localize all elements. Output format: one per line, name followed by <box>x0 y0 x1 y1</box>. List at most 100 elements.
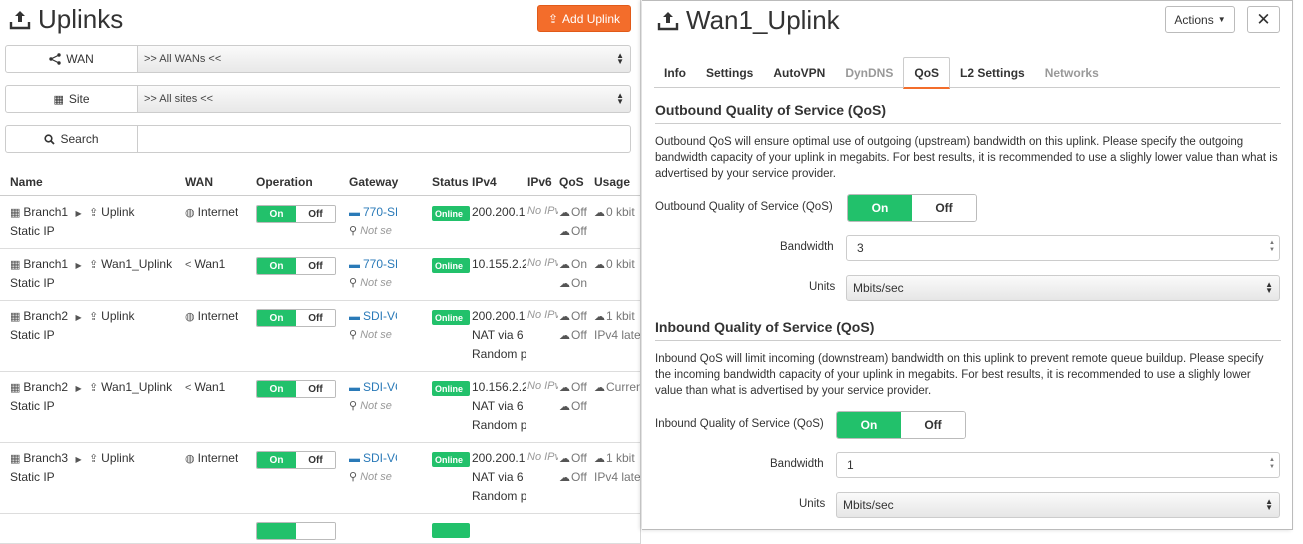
outbound-off-button[interactable]: Off <box>912 195 976 221</box>
site-link[interactable]: Branch2 <box>23 309 68 323</box>
wan-value: Internet <box>197 205 239 219</box>
tab-dyndns[interactable]: DynDNS <box>835 57 903 88</box>
inbound-qos-toggle[interactable]: On Off <box>836 411 966 439</box>
actions-dropdown[interactable]: Actions ▼ <box>1165 6 1235 33</box>
site-filter-label: Site <box>68 92 90 106</box>
operation-toggle[interactable] <box>256 522 336 540</box>
building-icon: ▦ <box>10 311 21 323</box>
wan-select[interactable]: >> All WANs << ▲ ▼ <box>138 45 631 73</box>
operation-off[interactable]: Off <box>296 206 335 222</box>
row-usage: ☁1 kbit <box>594 309 640 323</box>
uplink-link[interactable]: Uplink <box>101 205 134 219</box>
row-gateway: ▬770-SD <box>349 205 397 219</box>
search-button[interactable]: Search <box>5 125 138 153</box>
row-name: ▦ Branch2 ▶ ⇪ Wan1_Uplink <box>10 380 172 394</box>
row-usage: ☁0 kbit <box>594 257 640 271</box>
operation-off[interactable]: Off <box>296 381 335 397</box>
gateway-link[interactable]: 770-SD <box>363 205 397 219</box>
row-ipv6: No IPv <box>527 380 558 392</box>
uplink-link[interactable]: Wan1_Uplink <box>101 380 172 394</box>
select-arrows-icon: ▲ ▼ <box>616 51 624 66</box>
operation-toggle[interactable]: On Off <box>256 257 336 275</box>
uplink-link[interactable]: Uplink <box>101 309 134 323</box>
gateway-link[interactable]: SDI-VG <box>363 380 397 394</box>
operation-on[interactable]: On <box>257 452 296 468</box>
usage-value: 0 kbit <box>606 257 635 271</box>
col-ipv4[interactable]: IPv4 <box>472 175 497 189</box>
page-title: Uplinks <box>38 4 124 34</box>
operation-off[interactable]: Off <box>296 310 335 326</box>
site-link[interactable]: Branch2 <box>23 380 68 394</box>
col-ipv6[interactable]: IPv6 <box>527 175 552 189</box>
col-qos[interactable]: QoS <box>559 175 584 189</box>
uplink-link[interactable]: Wan1_Uplink <box>101 257 172 271</box>
gateway-link[interactable]: 770-SD <box>363 257 397 271</box>
operation-on[interactable]: On <box>257 258 296 274</box>
tab-networks[interactable]: Networks <box>1035 57 1109 88</box>
site-link[interactable]: Branch3 <box>23 451 68 465</box>
search-input[interactable] <box>138 125 631 153</box>
cloud-icon: ☁ <box>594 382 605 394</box>
uplink-detail-panel: Wan1_Uplink Actions ▼ ✕ Info Settings Au… <box>642 0 1293 530</box>
inbound-units-select[interactable]: Mbits/sec ▲ ▼ <box>836 492 1280 518</box>
operation-toggle[interactable]: On Off <box>256 451 336 469</box>
inbound-on-button[interactable]: On <box>837 412 901 438</box>
caret-right-icon: ▶ <box>75 261 82 270</box>
tab-info[interactable]: Info <box>654 57 696 88</box>
site-link[interactable]: Branch1 <box>23 257 68 271</box>
outbound-on-button[interactable]: On <box>848 195 912 221</box>
operation-off[interactable]: Off <box>296 452 335 468</box>
outbound-bandwidth-input[interactable]: 3 ▲ ▼ <box>846 235 1280 261</box>
close-button[interactable]: ✕ <box>1247 6 1280 33</box>
operation-toggle[interactable]: On Off <box>256 380 336 398</box>
row-ipv4: 200.200.1 <box>472 451 526 465</box>
table-row[interactable]: ▦ Branch3 ▶ ⇪ Uplink Static IP ◍ Internet O… <box>0 443 640 514</box>
spinner-icon[interactable]: ▲ ▼ <box>1269 240 1275 254</box>
status-badge: Online <box>432 258 470 273</box>
gateway-link[interactable]: SDI-VG <box>363 309 397 323</box>
inbound-bandwidth-input[interactable]: 1 ▲ ▼ <box>836 452 1280 478</box>
table-row[interactable]: ▦ Branch1 ▶ ⇪ Wan1_Uplink Static IP < Wan1 … <box>0 249 640 301</box>
col-gateway[interactable]: Gateway <box>349 175 398 189</box>
table-row[interactable]: ▦ Branch1 ▶ ⇪ Uplink Static IP ◍ Internet O… <box>0 197 640 249</box>
operation-on[interactable]: On <box>257 206 296 222</box>
building-icon: ▦ <box>10 382 21 394</box>
gateway-link[interactable]: SDI-VG <box>363 451 397 465</box>
table-row[interactable] <box>0 514 640 544</box>
inbound-bandwidth-label: Bandwidth <box>770 458 824 470</box>
site-filter-button[interactable]: ▦ Site <box>5 85 138 113</box>
operation-off[interactable]: Off <box>296 258 335 274</box>
wan-filter-button[interactable]: WAN <box>5 45 138 73</box>
site-link[interactable]: Branch1 <box>23 205 68 219</box>
table-row[interactable]: ▦ Branch2 ▶ ⇪ Wan1_Uplink Static IP < Wan1 … <box>0 372 640 443</box>
outbound-qos-toggle[interactable]: On Off <box>847 194 977 222</box>
operation-on[interactable]: On <box>257 381 296 397</box>
table-row[interactable]: ▦ Branch2 ▶ ⇪ Uplink Static IP ◍ Internet O… <box>0 301 640 372</box>
wan-value: Wan1 <box>194 257 226 271</box>
tab-settings[interactable]: Settings <box>696 57 763 88</box>
site-select[interactable]: >> All sites << ▲ ▼ <box>138 85 631 113</box>
outbound-units-select[interactable]: Mbits/sec ▲ ▼ <box>846 275 1280 301</box>
operation-toggle[interactable]: On Off <box>256 309 336 327</box>
col-name[interactable]: Name <box>10 175 43 189</box>
spinner-icon[interactable]: ▲ ▼ <box>1269 457 1275 471</box>
tab-qos[interactable]: QoS <box>903 57 951 89</box>
col-status[interactable]: Status <box>432 175 469 189</box>
col-operation[interactable]: Operation <box>256 175 313 189</box>
col-usage[interactable]: Usage <box>594 175 630 189</box>
qos-down-value: Off <box>571 399 587 413</box>
operation-on[interactable] <box>257 523 296 539</box>
row-ipv6: No IPv <box>527 451 558 463</box>
uplink-link[interactable]: Uplink <box>101 451 134 465</box>
qos-down-value: Off <box>571 224 587 238</box>
col-wan[interactable]: WAN <box>185 175 213 189</box>
tab-l2-settings[interactable]: L2 Settings <box>950 57 1035 88</box>
operation-off[interactable] <box>296 523 335 539</box>
inbound-off-button[interactable]: Off <box>901 412 965 438</box>
tab-autovpn[interactable]: AutoVPN <box>763 57 835 88</box>
add-uplink-button[interactable]: ⇪ Add Uplink <box>537 5 631 32</box>
search-label: Search <box>60 132 99 146</box>
operation-on[interactable]: On <box>257 310 296 326</box>
operation-toggle[interactable]: On Off <box>256 205 336 223</box>
search-row: Search <box>5 125 631 153</box>
